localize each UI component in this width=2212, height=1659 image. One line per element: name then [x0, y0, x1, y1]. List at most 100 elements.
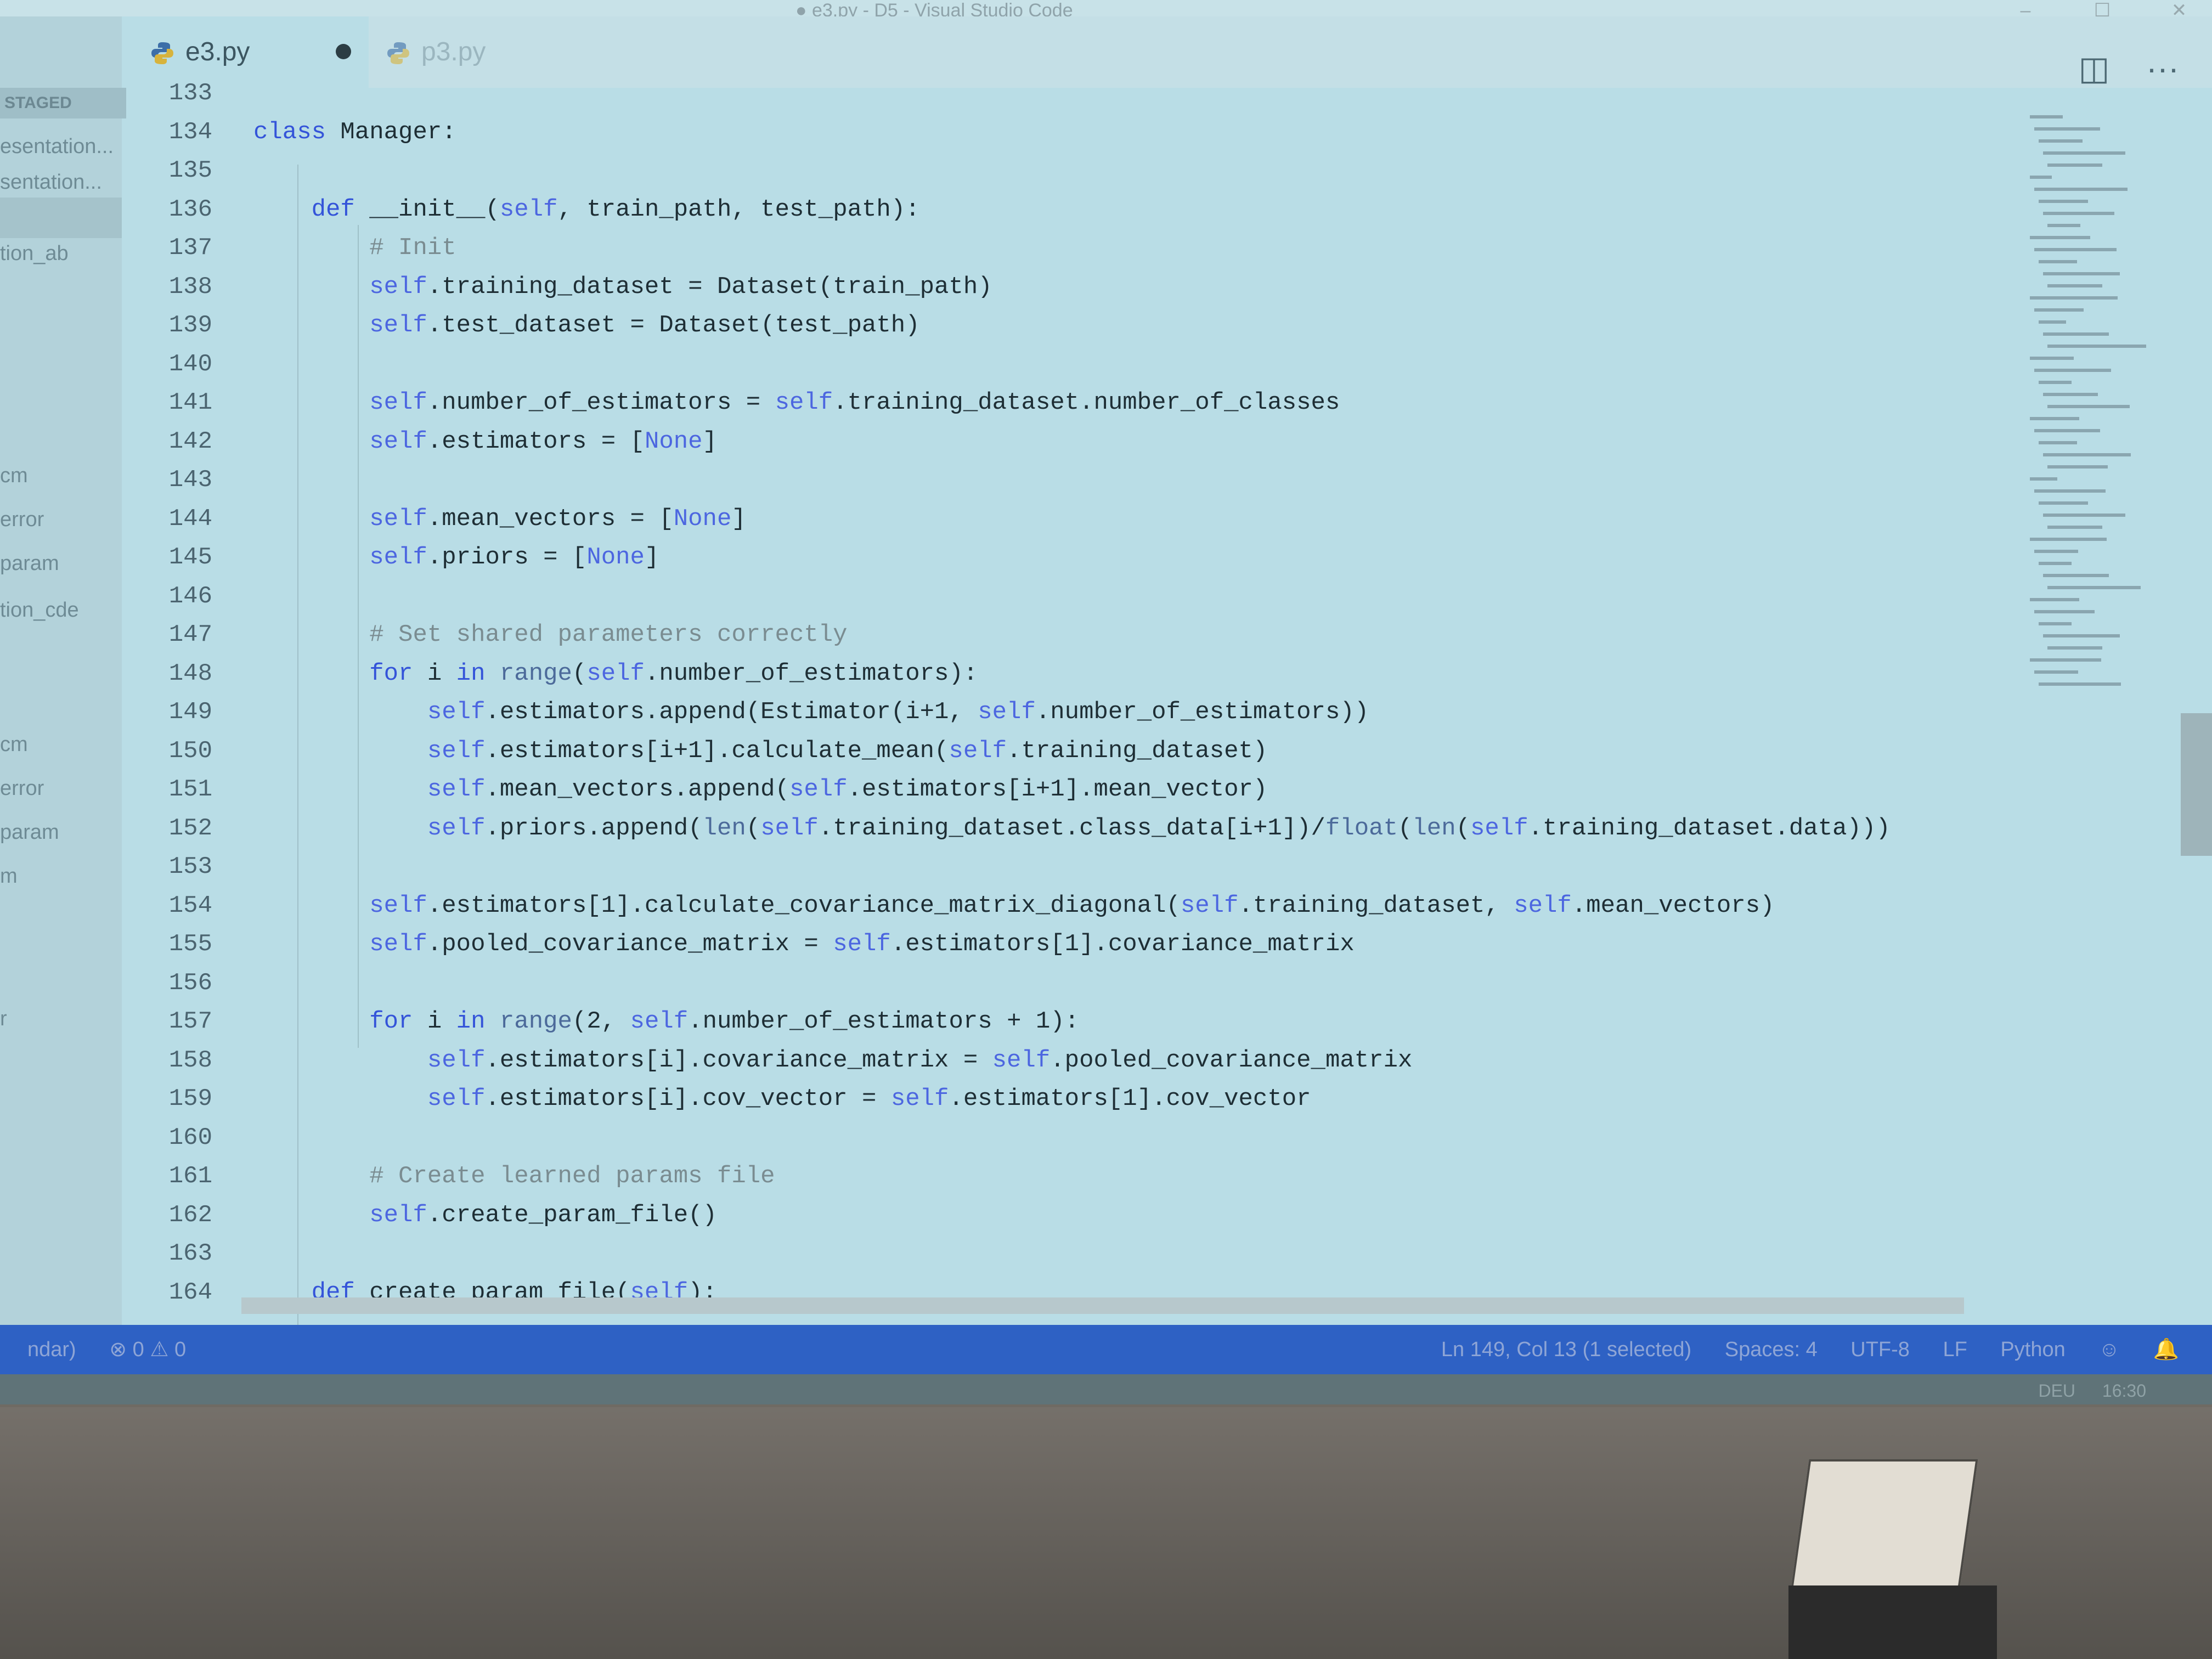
code-line[interactable]: class Manager: [253, 116, 456, 149]
line-number: 163 [168, 1240, 212, 1267]
code-line[interactable]: self.pooled_covariance_matrix = self.est… [253, 928, 1355, 961]
code-line[interactable]: self.create_param_file() [253, 1199, 717, 1232]
code-line[interactable]: self.estimators.append(Estimator(i+1, se… [253, 696, 1369, 729]
explorer-item[interactable] [0, 324, 122, 364]
explorer-item[interactable] [0, 198, 122, 238]
encoding[interactable]: UTF-8 [1850, 1338, 1910, 1361]
status-branch[interactable]: ndar) [27, 1338, 76, 1361]
line-number: 160 [168, 1124, 212, 1152]
minimap-line [2030, 115, 2063, 119]
line-number: 157 [168, 1008, 212, 1035]
minimap-line [2039, 682, 2121, 686]
explorer-item[interactable]: esentation... [0, 126, 122, 167]
minimap-line [2034, 429, 2100, 432]
clock[interactable]: 16:30 [2102, 1381, 2146, 1401]
explorer-section-header[interactable]: STAGED [0, 88, 126, 119]
explorer-item[interactable]: param [0, 543, 122, 584]
minimap-line [2047, 646, 2102, 650]
explorer-item[interactable] [0, 944, 122, 984]
minimap-line [2043, 272, 2120, 275]
explorer-item[interactable]: m [0, 856, 122, 896]
indentation[interactable]: Spaces: 4 [1725, 1338, 1818, 1361]
code-line[interactable]: self.test_dataset = Dataset(test_path) [253, 309, 919, 342]
code-line[interactable]: self.estimators[i].covariance_matrix = s… [253, 1044, 1413, 1077]
code-line[interactable]: for i in range(self.number_of_estimators… [253, 657, 978, 690]
minimap-line [2034, 308, 2084, 312]
explorer-item[interactable]: r [0, 998, 122, 1039]
line-number: 153 [168, 853, 212, 881]
minimap-line [2047, 586, 2141, 589]
minimap-line [2034, 670, 2078, 674]
minimap-line [2043, 574, 2109, 577]
cursor-position[interactable]: Ln 149, Col 13 (1 selected) [1441, 1338, 1691, 1361]
code-line[interactable]: self.training_dataset = Dataset(train_pa… [253, 270, 992, 303]
line-number: 152 [168, 814, 212, 842]
explorer-item[interactable]: cm [0, 455, 122, 496]
notifications-bell-icon[interactable]: 🔔 [2153, 1338, 2179, 1361]
horizontal-scrollbar[interactable] [241, 1297, 1964, 1314]
code-line[interactable]: self.number_of_estimators = self.trainin… [253, 386, 1340, 419]
line-number-gutter: 133 134 135 136 137 138 139 140 141 142 143 144 145 1… [122, 71, 253, 1311]
code-line[interactable]: self.mean_vectors = [None] [253, 503, 746, 535]
explorer-item[interactable]: cm [0, 724, 122, 765]
minimap-line [2034, 489, 2106, 493]
code-line[interactable]: for i in range(2, self.number_of_estimat… [253, 1005, 1079, 1038]
code-line[interactable]: # Init [253, 232, 456, 264]
minimap-line [2039, 562, 2072, 565]
minimap-line [2047, 345, 2146, 348]
minimap-line [2030, 598, 2079, 601]
minimap-line [2034, 369, 2111, 372]
minimap-line [2034, 248, 2117, 251]
editor-actions: ◫ ··· [2051, 49, 2179, 88]
explorer-item[interactable]: sentation... [0, 162, 122, 202]
keyboard-language[interactable]: DEU [2038, 1381, 2075, 1401]
code-line[interactable]: self.estimators[1].calculate_covariance_… [253, 889, 1774, 922]
problems-indicator[interactable]: ⊗ 0 ⚠ 0 [109, 1338, 186, 1361]
line-number: 150 [168, 737, 212, 765]
explorer-item[interactable]: tion_ab [0, 233, 122, 274]
minimap[interactable] [2030, 115, 2167, 719]
code-line[interactable]: self.mean_vectors.append(self.estimators… [253, 773, 1267, 806]
minimap-line [2043, 212, 2114, 215]
vscode-window: ● e3.py - D5 - Visual Studio Code – ☐ ✕ … [0, 0, 2212, 1404]
language-mode[interactable]: Python [2000, 1338, 2065, 1361]
minimap-line [2030, 176, 2052, 179]
line-number: 146 [168, 582, 212, 610]
code-line[interactable]: # Create learned params file [253, 1160, 775, 1193]
minimap-line [2030, 477, 2057, 481]
code-line[interactable]: def __init__(self, train_path, test_path… [253, 193, 920, 226]
line-number: 156 [168, 969, 212, 997]
minimap-line [2030, 658, 2101, 662]
line-number: 135 [168, 157, 212, 184]
code-line[interactable]: self.estimators = [None] [253, 425, 717, 458]
explorer-item[interactable] [0, 686, 122, 726]
vertical-scrollbar[interactable] [2181, 713, 2212, 856]
explorer-item[interactable]: error [0, 499, 122, 540]
minimap-line [2043, 634, 2120, 637]
minimap-line [2039, 441, 2077, 444]
line-number: 149 [168, 698, 212, 726]
line-number: 136 [168, 195, 212, 223]
minimap-line [2043, 332, 2109, 336]
code-area[interactable]: class Manager: def __init__(self, train_… [253, 71, 2009, 1355]
explorer-item[interactable]: param [0, 812, 122, 853]
minimap-line [2034, 188, 2128, 191]
minimap-line [2043, 393, 2098, 396]
system-tray: DEU 16:30 [2016, 1374, 2146, 1404]
split-editor-icon[interactable]: ◫ [2079, 50, 2110, 87]
feedback-smiley-icon[interactable]: ☺ [2098, 1338, 2120, 1361]
minimap-line [2039, 200, 2088, 203]
code-line[interactable]: self.priors.append(len(self.training_dat… [253, 812, 1891, 845]
line-ending[interactable]: LF [1943, 1338, 1967, 1361]
python-file-icon [387, 42, 409, 65]
line-number: 148 [168, 659, 212, 687]
unsaved-dot-icon[interactable] [336, 44, 351, 59]
explorer-item[interactable]: tion_cde [0, 590, 122, 630]
explorer-item[interactable]: error [0, 768, 122, 809]
code-line[interactable]: # Set shared parameters correctly [253, 618, 847, 651]
code-line[interactable]: self.estimators[i].cov_vector = self.est… [253, 1082, 1311, 1115]
code-line[interactable]: self.estimators[i+1].calculate_mean(self… [253, 735, 1267, 768]
code-line[interactable]: self.priors = [None] [253, 541, 659, 574]
minimap-line [2039, 320, 2066, 324]
more-actions-icon[interactable]: ··· [2146, 50, 2179, 87]
